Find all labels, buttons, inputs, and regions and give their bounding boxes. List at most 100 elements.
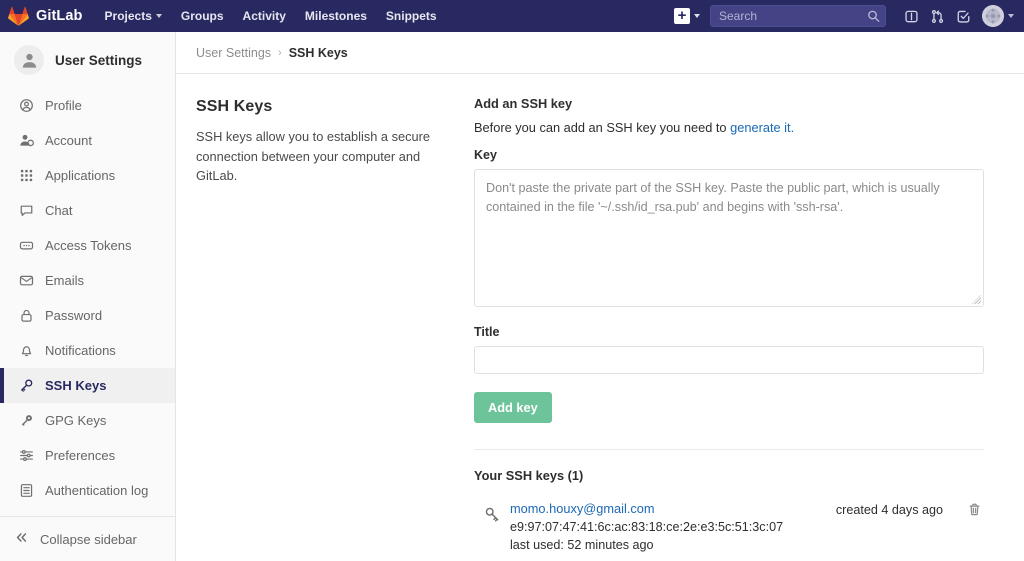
sidebar-nav: Profile Account Applications Chat Access…	[0, 88, 175, 516]
form-subtitle-text: Before you can add an SSH key you need t…	[474, 120, 731, 135]
plus-icon: +	[674, 8, 690, 24]
emails-icon	[18, 273, 34, 289]
sidebar-item-label: Password	[45, 308, 103, 323]
page-title: SSH Keys	[196, 98, 273, 115]
new-item-button[interactable]: +	[674, 8, 700, 24]
bell-icon	[18, 343, 34, 359]
sidebar-header[interactable]: User Settings	[0, 32, 175, 88]
section-description-column: SSH Keys SSH keys allow you to establish…	[196, 96, 430, 561]
sidebar-item-label: Emails	[45, 273, 85, 288]
sidebar-item-label: Authentication log	[45, 483, 149, 498]
search-container	[710, 5, 886, 27]
sidebar-item-label: SSH Keys	[45, 378, 107, 393]
nav-link-projects[interactable]: Projects	[105, 9, 162, 23]
chevron-down-icon	[694, 14, 700, 18]
sidebar-item-preferences[interactable]: Preferences	[0, 438, 175, 473]
title-field-label: Title	[474, 325, 500, 339]
key-icon	[18, 378, 34, 394]
chevron-down-icon	[1008, 14, 1014, 18]
collapse-sidebar-label: Collapse sidebar	[40, 531, 137, 547]
nav-link-snippets[interactable]: Snippets	[386, 9, 437, 23]
lock-icon	[18, 308, 34, 324]
sidebar-item-access-tokens[interactable]: Access Tokens	[0, 228, 175, 263]
sidebar-item-chat[interactable]: Chat	[0, 193, 175, 228]
plus-glyph: +	[677, 6, 687, 24]
page-body: User Settings Profile Account Applicatio…	[0, 32, 1024, 561]
trash-icon	[967, 502, 982, 520]
nav-link-activity[interactable]: Activity	[243, 9, 286, 23]
account-icon	[18, 133, 34, 149]
gitlab-logo-icon	[8, 6, 29, 26]
user-avatar-icon	[14, 45, 44, 75]
todos-icon[interactable]	[950, 3, 976, 29]
applications-icon	[18, 168, 34, 184]
sidebar-item-label: Preferences	[45, 448, 116, 463]
section-divider	[474, 449, 984, 450]
breadcrumb: User Settings › SSH Keys	[176, 32, 1024, 74]
user-menu-button[interactable]	[982, 5, 1014, 27]
navbar-right-section: +	[674, 0, 1014, 32]
chevron-double-left-icon	[14, 530, 29, 548]
sliders-icon	[18, 448, 34, 464]
gitlab-brand[interactable]: GitLab	[8, 6, 83, 27]
merge-requests-icon[interactable]	[924, 3, 950, 29]
keys-list-heading: Your SSH keys (1)	[474, 468, 584, 483]
page-description: SSH keys allow you to establish a secure…	[196, 129, 431, 183]
log-icon	[18, 483, 34, 499]
chat-icon	[18, 203, 34, 219]
main-nav-links: Projects Groups Activity Milestones Snip…	[105, 9, 437, 23]
chevron-down-icon	[155, 14, 162, 18]
nav-link-milestones[interactable]: Milestones	[305, 9, 367, 23]
key-last-used: last used: 52 minutes ago	[510, 538, 654, 552]
add-key-button[interactable]: Add key	[474, 392, 552, 423]
main-content: User Settings › SSH Keys SSH Keys SSH ke…	[176, 32, 1024, 561]
sidebar-item-emails[interactable]: Emails	[0, 263, 175, 298]
breadcrumb-separator: ›	[278, 47, 282, 59]
sidebar-item-label: Chat	[45, 203, 73, 218]
key-fingerprint: e9:97:07:47:41:6c:ac:83:18:ce:2e:e3:5c:5…	[510, 520, 784, 534]
form-subtitle: Before you can add an SSH key you need t…	[474, 120, 984, 135]
breadcrumb-current: SSH Keys	[288, 46, 348, 60]
key-field-label: Key	[474, 148, 497, 162]
delete-key-button[interactable]	[965, 500, 984, 522]
key-input[interactable]	[474, 169, 984, 307]
collapse-sidebar-button[interactable]: Collapse sidebar	[0, 517, 175, 561]
sidebar-item-label: Account	[45, 133, 92, 148]
sidebar-item-label: Notifications	[45, 343, 116, 358]
key-title-link[interactable]: momo.houxy@gmail.com	[510, 500, 836, 518]
key-details: momo.houxy@gmail.com e9:97:07:47:41:6c:a…	[510, 500, 836, 554]
avatar	[982, 5, 1004, 27]
nav-link-groups[interactable]: Groups	[181, 9, 224, 23]
sidebar-item-profile[interactable]: Profile	[0, 88, 175, 123]
generate-it-link[interactable]: generate it.	[730, 120, 794, 135]
access-tokens-icon	[18, 238, 34, 254]
form-heading: Add an SSH key	[474, 96, 573, 111]
sidebar-item-label: GPG Keys	[45, 413, 107, 428]
profile-icon	[18, 98, 34, 114]
sidebar-item-notifications[interactable]: Notifications	[0, 333, 175, 368]
search-input[interactable]	[710, 5, 886, 27]
title-input[interactable]	[474, 346, 984, 374]
sidebar-item-label: Applications	[45, 168, 116, 183]
key-created-at: created 4 days ago	[835, 503, 943, 517]
issues-icon[interactable]	[898, 3, 924, 29]
sidebar-item-ssh-keys[interactable]: SSH Keys	[0, 368, 175, 403]
key-textarea-container	[474, 169, 984, 307]
sidebar-title: User Settings	[55, 52, 143, 68]
ssh-key-form-column: Add an SSH key Before you can add an SSH…	[474, 96, 984, 561]
sidebar-item-password[interactable]: Password	[0, 298, 175, 333]
nav-link-projects-label: Projects	[104, 9, 152, 23]
table-row: momo.houxy@gmail.com e9:97:07:47:41:6c:a…	[474, 500, 984, 554]
sidebar-item-applications[interactable]: Applications	[0, 158, 175, 193]
key-icon	[474, 500, 510, 523]
sidebar-footer: Collapse sidebar	[0, 516, 175, 561]
sidebar-item-label: Access Tokens	[45, 238, 132, 253]
breadcrumb-parent[interactable]: User Settings	[196, 46, 271, 60]
sidebar-item-authentication-log[interactable]: Authentication log	[0, 473, 175, 508]
key-icon	[18, 413, 34, 429]
sidebar-item-label: Profile	[45, 98, 82, 113]
sidebar-item-account[interactable]: Account	[0, 123, 175, 158]
sidebar-item-gpg-keys[interactable]: GPG Keys	[0, 403, 175, 438]
top-navbar: GitLab Projects Groups Activity Mileston…	[0, 0, 1024, 32]
brand-name: GitLab	[36, 8, 83, 24]
